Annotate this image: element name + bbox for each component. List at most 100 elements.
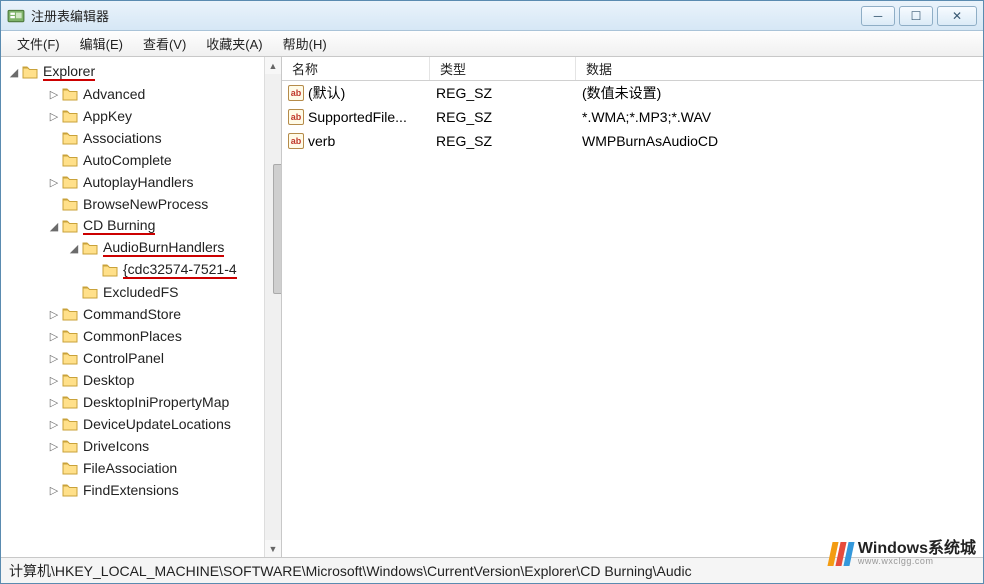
tree-node[interactable]: ▷DeviceUpdateLocations [1, 413, 281, 435]
tree-label: Explorer [43, 63, 95, 81]
scroll-up-icon[interactable]: ▲ [265, 57, 281, 74]
list-row[interactable]: abverbREG_SZWMPBurnAsAudioCD [282, 129, 983, 153]
folder-icon [61, 482, 79, 498]
cell-name: abSupportedFile... [282, 109, 430, 125]
expander-icon[interactable]: ▷ [47, 352, 61, 365]
tree-view[interactable]: ◢ Explorer ▷ Advanced ▷ AppKey Associations Aut… [1, 61, 281, 557]
menu-view[interactable]: 查看(V) [133, 31, 196, 56]
expander-icon[interactable]: ▷ [47, 110, 61, 123]
tree-node[interactable]: ▷DesktopIniPropertyMap [1, 391, 281, 413]
expander-icon[interactable]: ▷ [47, 440, 61, 453]
tree-node[interactable]: {cdc32574-7521-4 [1, 259, 281, 281]
string-value-icon: ab [288, 109, 304, 125]
cell-data: WMPBurnAsAudioCD [576, 133, 983, 149]
expander-icon[interactable]: ◢ [67, 242, 81, 255]
expander-icon[interactable]: ◢ [47, 220, 61, 233]
tree-node[interactable]: FileAssociation [1, 457, 281, 479]
cell-type: REG_SZ [430, 109, 576, 125]
column-headers: 名称 类型 数据 [282, 57, 983, 81]
tree-node[interactable]: Associations [1, 127, 281, 149]
tree-node[interactable]: ▷CommonPlaces [1, 325, 281, 347]
col-header-data[interactable]: 数据 [576, 57, 983, 80]
folder-icon [81, 240, 99, 256]
folder-icon [61, 108, 79, 124]
statusbar: 计算机\HKEY_LOCAL_MACHINE\SOFTWARE\Microsof… [1, 557, 983, 583]
col-header-type[interactable]: 类型 [430, 57, 576, 80]
tree-node[interactable]: ◢ CD Burning [1, 215, 281, 237]
status-path: 计算机\HKEY_LOCAL_MACHINE\SOFTWARE\Microsof… [9, 561, 692, 581]
expander-icon[interactable]: ▷ [47, 176, 61, 189]
tree-node[interactable]: ▷ Advanced [1, 83, 281, 105]
tree-label: DriveIcons [83, 438, 149, 454]
registry-editor-window: 注册表编辑器 ─ ☐ ✕ 文件(F) 编辑(E) 查看(V) 收藏夹(A) 帮助… [0, 0, 984, 584]
tree-label: AppKey [83, 108, 132, 124]
expander-icon[interactable]: ▷ [47, 418, 61, 431]
folder-icon [61, 218, 79, 234]
body: ◢ Explorer ▷ Advanced ▷ AppKey Associations Aut… [1, 57, 983, 557]
tree-node[interactable]: ExcludedFS [1, 281, 281, 303]
menu-help[interactable]: 帮助(H) [273, 31, 337, 56]
tree-node[interactable]: ◢ AudioBurnHandlers [1, 237, 281, 259]
cell-type: REG_SZ [430, 133, 576, 149]
list-pane: 名称 类型 数据 ab(默认)REG_SZ(数值未设置)abSupportedF… [282, 57, 983, 557]
tree-node[interactable]: ▷ DriveIcons [1, 435, 281, 457]
folder-icon [61, 130, 79, 146]
folder-icon [61, 372, 79, 388]
close-button[interactable]: ✕ [937, 6, 977, 26]
cell-name: abverb [282, 133, 430, 149]
titlebar: 注册表编辑器 ─ ☐ ✕ [1, 1, 983, 31]
folder-icon [61, 306, 79, 322]
string-value-icon: ab [288, 133, 304, 149]
list-row[interactable]: ab(默认)REG_SZ(数值未设置) [282, 81, 983, 105]
menu-file[interactable]: 文件(F) [7, 31, 70, 56]
window-title: 注册表编辑器 [31, 6, 861, 25]
folder-icon [61, 86, 79, 102]
list-row[interactable]: abSupportedFile...REG_SZ*.WMA;*.MP3;*.WA… [282, 105, 983, 129]
tree-pane: ◢ Explorer ▷ Advanced ▷ AppKey Associations Aut… [1, 57, 282, 557]
expander-icon[interactable]: ▷ [47, 374, 61, 387]
tree-label: Advanced [83, 86, 145, 102]
expander-icon[interactable]: ▷ [47, 88, 61, 101]
tree-node[interactable]: BrowseNewProcess [1, 193, 281, 215]
tree-label: CommandStore [83, 306, 181, 322]
menu-edit[interactable]: 编辑(E) [70, 31, 133, 56]
expander-icon[interactable]: ▷ [47, 484, 61, 497]
cell-data: (数值未设置) [576, 83, 983, 103]
tree-label: Associations [83, 130, 162, 146]
folder-icon [61, 174, 79, 190]
tree-node[interactable]: ▷Desktop [1, 369, 281, 391]
expander-icon[interactable]: ▷ [47, 308, 61, 321]
cell-data: *.WMA;*.MP3;*.WAV [576, 109, 983, 125]
folder-icon [61, 350, 79, 366]
minimize-button[interactable]: ─ [861, 6, 895, 26]
app-icon [7, 7, 25, 25]
tree-node[interactable]: ▷ ControlPanel [1, 347, 281, 369]
tree-node[interactable]: AutoComplete [1, 149, 281, 171]
tree-label: AudioBurnHandlers [103, 239, 224, 257]
col-header-name[interactable]: 名称 [282, 57, 430, 80]
window-buttons: ─ ☐ ✕ [861, 6, 977, 26]
tree-node[interactable]: ▷ AppKey [1, 105, 281, 127]
tree-label: ExcludedFS [103, 284, 178, 300]
tree-label: AutoComplete [83, 152, 172, 168]
menu-favorites[interactable]: 收藏夹(A) [196, 31, 272, 56]
expander-icon[interactable]: ▷ [47, 396, 61, 409]
folder-icon [61, 394, 79, 410]
tree-node[interactable]: ▷ CommandStore [1, 303, 281, 325]
folder-icon [61, 152, 79, 168]
folder-icon [81, 284, 99, 300]
maximize-button[interactable]: ☐ [899, 6, 933, 26]
tree-label: FindExtensions [83, 482, 179, 498]
folder-icon [101, 262, 119, 278]
tree-label: ControlPanel [83, 350, 164, 366]
list-rows[interactable]: ab(默认)REG_SZ(数值未设置)abSupportedFile...REG… [282, 81, 983, 557]
tree-node-explorer[interactable]: ◢ Explorer [1, 61, 281, 83]
scroll-down-icon[interactable]: ▼ [265, 540, 281, 557]
tree-node[interactable]: ▷AutoplayHandlers [1, 171, 281, 193]
expander-icon[interactable]: ▷ [47, 330, 61, 343]
scroll-thumb[interactable] [273, 164, 282, 294]
tree-scrollbar[interactable]: ▲ ▼ [264, 57, 281, 557]
expander-icon[interactable]: ◢ [7, 66, 21, 79]
tree-label: CD Burning [83, 217, 155, 235]
tree-node[interactable]: ▷ FindExtensions [1, 479, 281, 501]
